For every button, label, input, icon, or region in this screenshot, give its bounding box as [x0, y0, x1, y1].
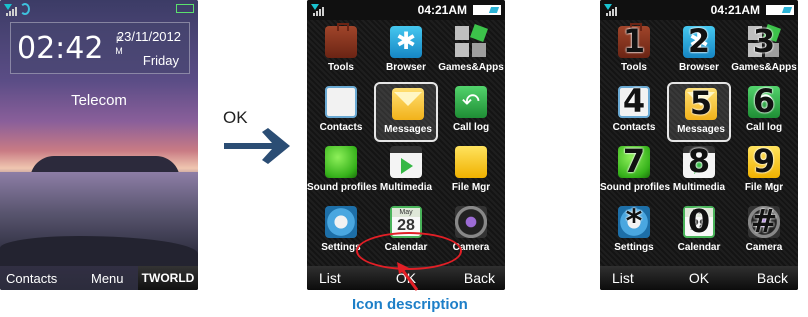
- shortcut-key: 9: [752, 142, 776, 180]
- menu-item-camera[interactable]: # Camera: [732, 202, 796, 262]
- menu-keys-phone: 04:21AM 1 Tools ✱ 2 Browser 3 Games&Apps…: [600, 0, 798, 290]
- clock-date: 23/11/2012: [116, 29, 181, 44]
- tworld-softkey[interactable]: TWORLD: [138, 266, 198, 290]
- clock-day: Friday: [142, 53, 179, 68]
- sync-icon: [20, 3, 30, 15]
- menu-item-file-manager[interactable]: File Mgr: [439, 142, 503, 202]
- camera-icon: [455, 206, 487, 238]
- shortcut-key: 2: [687, 22, 711, 60]
- status-time: 04:21AM: [710, 3, 760, 17]
- transition-arrow-icon: [224, 128, 290, 164]
- menu-item-games-apps[interactable]: Games&Apps: [438, 22, 504, 82]
- menu-item-contacts[interactable]: Contacts: [309, 82, 373, 142]
- tools-icon: [325, 23, 357, 58]
- multimedia-icon: [390, 146, 422, 178]
- browser-icon: ✱: [390, 26, 422, 58]
- menu-item-file-manager[interactable]: 9 File Mgr: [732, 142, 796, 202]
- battery-icon: [176, 4, 194, 13]
- operator-name: Telecom: [71, 92, 127, 109]
- shortcut-key: 7: [622, 142, 646, 180]
- icon-description-label: Icon description: [352, 296, 468, 313]
- shortcut-key: 4: [622, 82, 646, 120]
- shortcut-key: *: [625, 202, 643, 240]
- contacts-icon: [325, 86, 357, 118]
- shortcut-key: 8: [687, 142, 711, 180]
- menu-grid-keys: 1 Tools ✱ 2 Browser 3 Games&Apps 4 Conta…: [600, 20, 798, 266]
- menu-softkey[interactable]: Menu: [91, 271, 124, 286]
- home-status-bar: [0, 0, 198, 18]
- contacts-softkey[interactable]: Contacts: [6, 271, 57, 286]
- battery-icon: [473, 5, 501, 15]
- shortcut-key: #: [750, 202, 778, 240]
- signal-icon: [4, 4, 18, 16]
- menu-item-browser[interactable]: ✱ Browser: [374, 22, 438, 82]
- clock-time: 02:42: [17, 31, 104, 66]
- callout-arrow-icon: [397, 262, 419, 291]
- menu-item-messages[interactable]: 5 Messages: [667, 82, 731, 142]
- file-manager-icon: [455, 146, 487, 178]
- menu-item-contacts[interactable]: 4 Contacts: [602, 82, 666, 142]
- status-time: 04:21AM: [417, 3, 467, 17]
- sound-profiles-icon: [325, 146, 357, 178]
- back-softkey[interactable]: Back: [464, 270, 495, 286]
- transition-label: OK: [223, 108, 248, 127]
- settings-icon: [325, 206, 357, 238]
- menu-softkeys: List OK Back: [600, 266, 798, 290]
- menu-item-messages[interactable]: Messages: [374, 82, 438, 142]
- shortcut-key: 0: [687, 202, 711, 240]
- back-softkey[interactable]: Back: [757, 270, 788, 286]
- games-apps-icon: [455, 24, 488, 58]
- signal-icon: [604, 4, 618, 16]
- messages-icon: [392, 88, 424, 120]
- shortcut-key: 3: [752, 22, 776, 60]
- call-log-icon: ↶: [455, 86, 487, 118]
- menu-status-bar: 04:21AM: [307, 0, 505, 20]
- menu-item-settings[interactable]: * Settings: [602, 202, 666, 262]
- shortcut-key: 5: [689, 84, 713, 122]
- battery-icon: [766, 5, 794, 15]
- menu-item-multimedia[interactable]: 8 Multimedia: [667, 142, 731, 202]
- menu-item-tools[interactable]: 1 Tools: [602, 22, 666, 82]
- menu-item-sound-profiles[interactable]: 7 Sound profiles: [600, 142, 670, 202]
- shortcut-key: 1: [622, 22, 646, 60]
- keys-status-bar: 04:21AM: [600, 0, 798, 20]
- clock-widget[interactable]: 02:42 PM 23/11/2012 Friday: [10, 22, 190, 74]
- menu-item-tools[interactable]: Tools: [309, 22, 373, 82]
- menu-item-sound-profiles[interactable]: Sound profiles: [307, 142, 377, 202]
- menu-item-multimedia[interactable]: Multimedia: [374, 142, 438, 202]
- menu-item-call-log[interactable]: ↶ 6 Call log: [732, 82, 796, 142]
- home-screen-phone: 02:42 PM 23/11/2012 Friday Telecom Conta…: [0, 0, 198, 290]
- menu-item-call-log[interactable]: ↶ Call log: [439, 82, 503, 142]
- menu-grid: Tools ✱ Browser Games&Apps Contacts Mess…: [307, 20, 505, 266]
- menu-item-calendar[interactable]: May 28 0 Calendar: [667, 202, 731, 262]
- home-softkeys: Contacts Menu TWORLD: [0, 266, 198, 290]
- signal-icon: [311, 4, 325, 16]
- menu-item-games-apps[interactable]: 3 Games&Apps: [731, 22, 797, 82]
- shortcut-key: 6: [752, 82, 776, 120]
- menu-item-browser[interactable]: ✱ 2 Browser: [667, 22, 731, 82]
